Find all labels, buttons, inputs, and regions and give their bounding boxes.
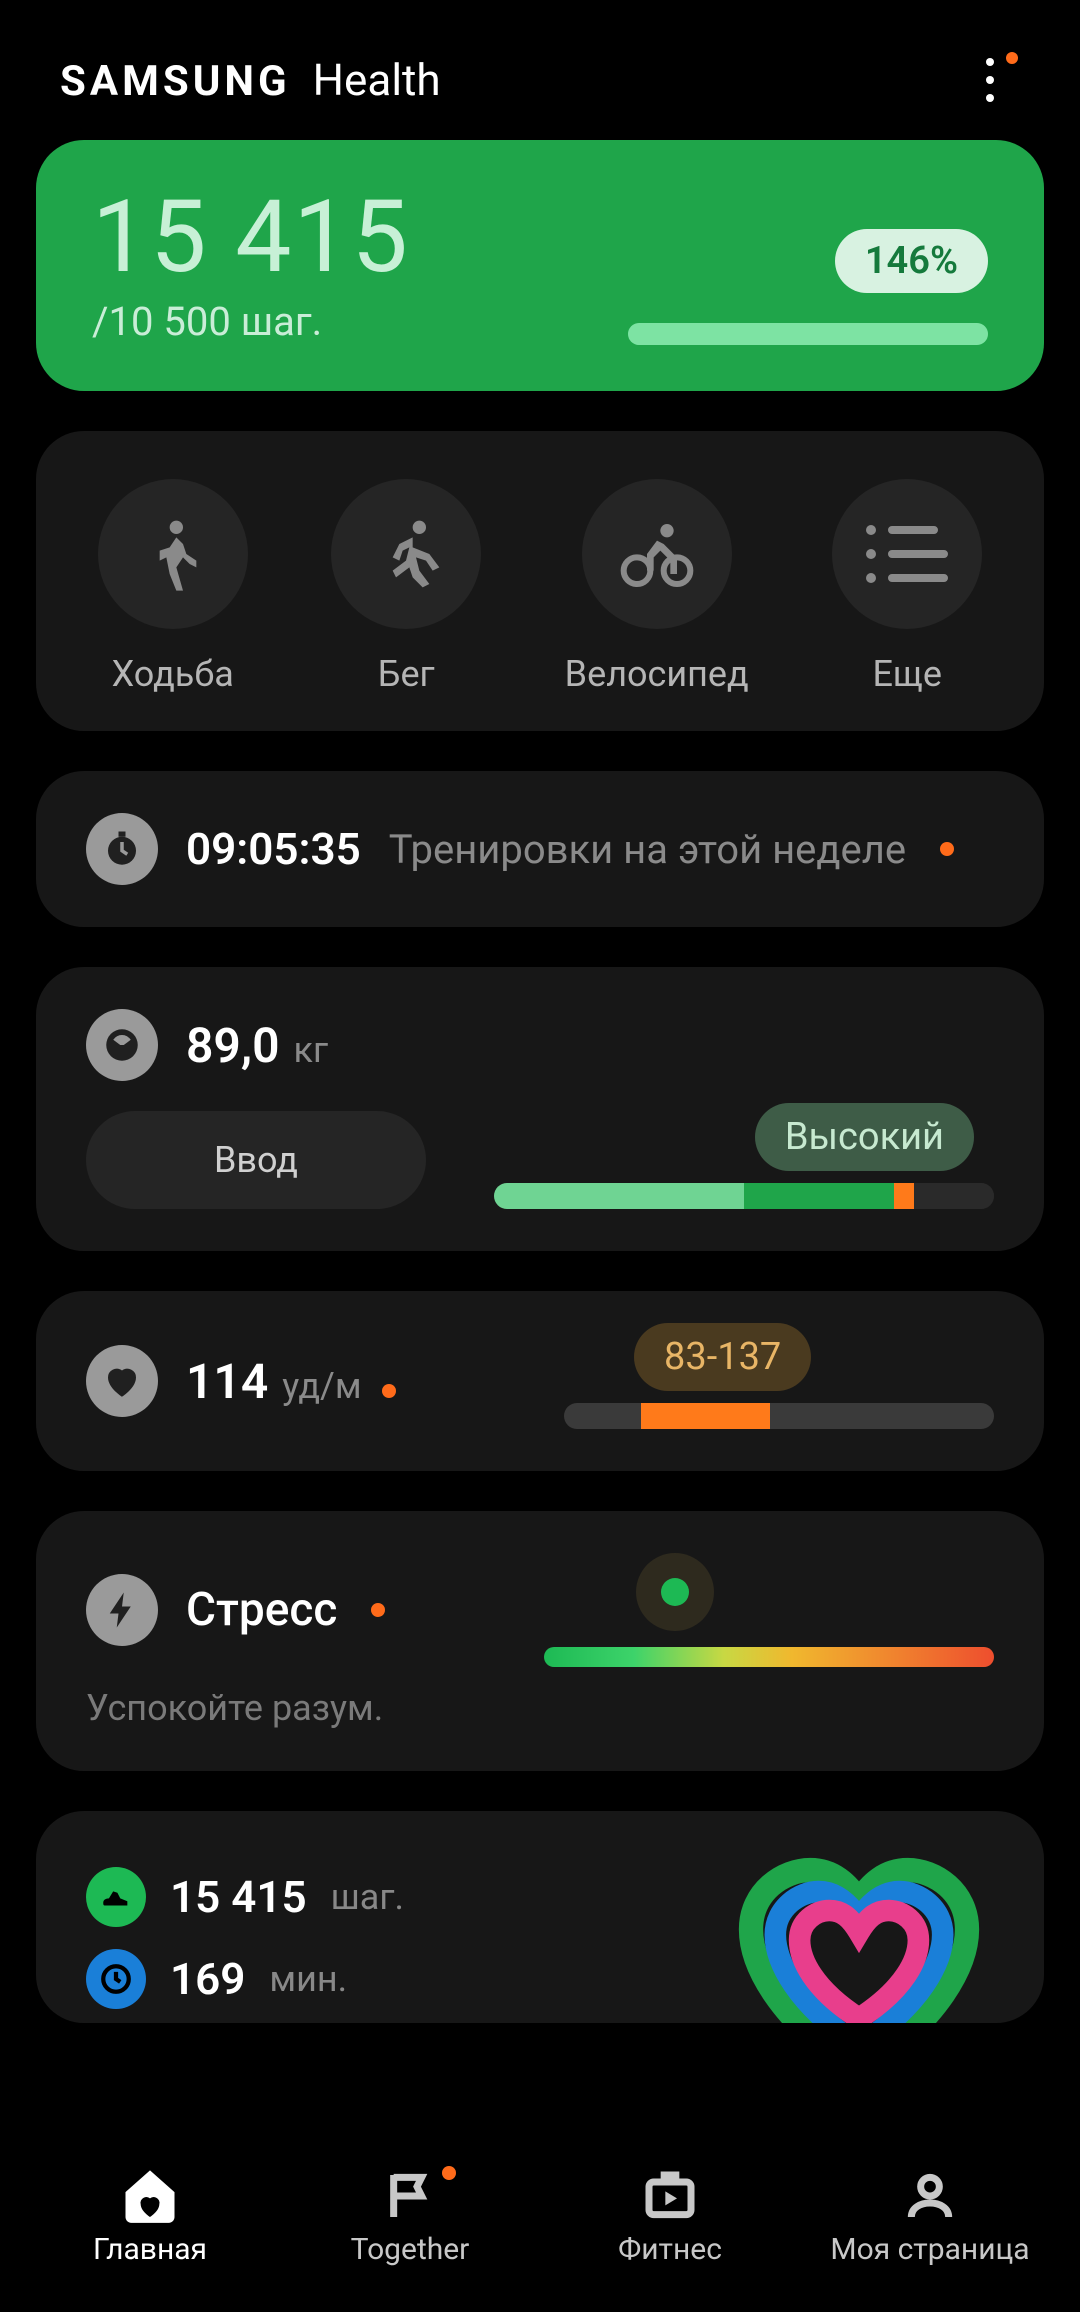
brand-health: Health bbox=[313, 54, 441, 106]
stress-title: Стресс bbox=[186, 1583, 337, 1637]
app-header: SAMSUNG Health bbox=[0, 0, 1080, 140]
steps-percent-badge: 146% bbox=[835, 229, 988, 293]
brand-samsung: SAMSUNG bbox=[60, 57, 291, 106]
walk-icon bbox=[133, 514, 213, 594]
stress-card[interactable]: Стресс Успокойте разум. bbox=[36, 1511, 1044, 1771]
hr-unit: уд/м bbox=[282, 1365, 361, 1407]
bolt-icon bbox=[86, 1574, 158, 1646]
nav-profile[interactable]: Моя страница bbox=[810, 2168, 1050, 2267]
weight-level-badge: Высокий bbox=[755, 1103, 974, 1171]
notification-dot-icon bbox=[940, 842, 954, 856]
workouts-card: Ходьба Бег Велосипед Еще bbox=[36, 431, 1044, 731]
workout-more[interactable]: Еще bbox=[832, 479, 982, 695]
weight-input-button[interactable]: Ввод bbox=[86, 1111, 426, 1209]
heart-icon bbox=[86, 1345, 158, 1417]
stress-level-dot bbox=[636, 1553, 714, 1631]
workout-bike[interactable]: Велосипед bbox=[565, 479, 749, 695]
more-options-button[interactable] bbox=[960, 50, 1020, 110]
training-card[interactable]: 09:05:35 Тренировки на этой неделе bbox=[36, 771, 1044, 927]
activity-mins: 169 bbox=[170, 1953, 245, 2005]
nav-profile-label: Моя страница bbox=[830, 2232, 1029, 2267]
hr-range-badge: 83-137 bbox=[634, 1323, 811, 1391]
weight-value: 89,0 bbox=[186, 1017, 280, 1074]
video-icon bbox=[642, 2168, 698, 2224]
clock-icon bbox=[86, 1949, 146, 2009]
activity-steps: 15 415 bbox=[170, 1871, 307, 1923]
activity-mins-unit: мин. bbox=[269, 1958, 347, 2000]
nav-home[interactable]: Главная bbox=[30, 2168, 270, 2267]
list-icon bbox=[866, 525, 948, 583]
weight-unit: кг bbox=[294, 1029, 329, 1071]
stopwatch-icon bbox=[86, 813, 158, 885]
brand-logo: SAMSUNG Health bbox=[60, 54, 441, 106]
shoe-icon bbox=[86, 1867, 146, 1927]
hr-value: 114 bbox=[186, 1353, 268, 1410]
steps-count: 15 415 bbox=[92, 188, 410, 288]
workout-run-label: Бег bbox=[378, 653, 435, 695]
flag-icon bbox=[382, 2168, 438, 2224]
nav-home-label: Главная bbox=[93, 2232, 207, 2267]
person-icon bbox=[902, 2168, 958, 2224]
activity-rings-icon bbox=[724, 1853, 994, 2023]
activity-card[interactable]: 15 415 шаг. 169 мин. bbox=[36, 1811, 1044, 2023]
weight-level-indicator: Высокий bbox=[494, 1123, 994, 1209]
workout-more-label: Еще bbox=[872, 653, 942, 695]
steps-card[interactable]: 15 415 /10 500 шаг. 146% bbox=[36, 140, 1044, 391]
bike-icon bbox=[617, 514, 697, 594]
run-icon bbox=[366, 514, 446, 594]
workout-bike-label: Велосипед bbox=[565, 653, 749, 695]
notification-dot-icon bbox=[382, 1384, 396, 1398]
workout-run[interactable]: Бег bbox=[331, 479, 481, 695]
scale-icon bbox=[86, 1009, 158, 1081]
notification-dot-icon bbox=[1006, 52, 1018, 64]
notification-dot-icon bbox=[442, 2166, 456, 2180]
steps-progress-bar bbox=[628, 323, 988, 345]
workout-walk-label: Ходьба bbox=[112, 653, 234, 695]
training-time: 09:05:35 bbox=[186, 823, 361, 875]
hr-range-indicator: 83-137 bbox=[564, 1333, 994, 1429]
nav-fitness[interactable]: Фитнес bbox=[550, 2168, 790, 2267]
notification-dot-icon bbox=[371, 1603, 385, 1617]
home-icon bbox=[122, 2168, 178, 2224]
steps-target: /10 500 шаг. bbox=[92, 298, 410, 345]
stress-subtitle: Успокойте разум. bbox=[86, 1687, 994, 1729]
nav-together[interactable]: Together bbox=[290, 2168, 530, 2267]
workout-walk[interactable]: Ходьба bbox=[98, 479, 248, 695]
more-icon bbox=[986, 58, 994, 102]
heart-rate-card[interactable]: 114 уд/м 83-137 bbox=[36, 1291, 1044, 1471]
training-label: Тренировки на этой неделе bbox=[389, 826, 906, 873]
stress-gradient-bar bbox=[544, 1647, 994, 1667]
weight-card[interactable]: 89,0 кг Ввод Высокий bbox=[36, 967, 1044, 1251]
nav-fitness-label: Фитнес bbox=[618, 2232, 722, 2267]
nav-together-label: Together bbox=[351, 2232, 470, 2267]
bottom-nav: Главная Together Фитнес Моя страница bbox=[0, 2142, 1080, 2312]
activity-steps-unit: шаг. bbox=[331, 1876, 404, 1918]
